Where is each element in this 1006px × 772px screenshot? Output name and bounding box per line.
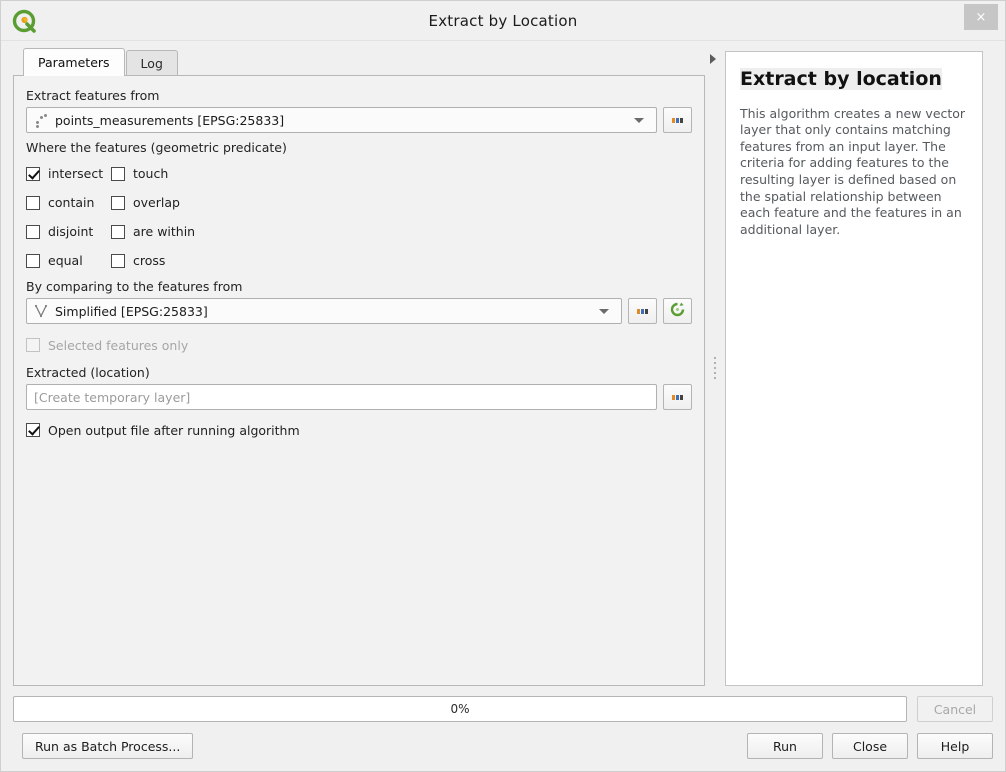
predicate-checkbox-grid: intersect touch contain overlap disjoint… — [26, 159, 692, 275]
predicate-disjoint-checkbox[interactable] — [26, 224, 40, 239]
panel-splitter[interactable] — [705, 49, 725, 686]
ellipsis-icon — [637, 308, 648, 314]
selected-features-only: Selected features only — [26, 331, 692, 359]
ellipsis-icon — [672, 394, 683, 400]
tab-bar: Parameters Log — [13, 48, 705, 76]
splitter-grip[interactable] — [714, 357, 716, 379]
ellipsis-icon — [672, 117, 683, 123]
title-bar: Extract by Location × — [1, 1, 1005, 41]
output-browse-button[interactable] — [663, 384, 692, 410]
predicate-label: Where the features (geometric predicate) — [26, 140, 287, 155]
predicate-equal-label: equal — [48, 253, 83, 268]
predicate-touch[interactable]: touch — [111, 166, 168, 181]
collapse-arrow-icon[interactable] — [710, 54, 716, 64]
predicate-are-within-checkbox[interactable] — [111, 224, 125, 239]
help-title: Extract by location — [740, 68, 942, 90]
tab-log[interactable]: Log — [125, 50, 178, 76]
footer: 0% Cancel Run as Batch Process... Run Cl… — [1, 686, 1005, 771]
predicate-overlap[interactable]: overlap — [111, 195, 180, 210]
close-button[interactable]: Close — [832, 733, 908, 759]
tab-parameters[interactable]: Parameters — [23, 48, 125, 76]
help-description: This algorithm creates a new vector laye… — [740, 105, 966, 237]
close-icon[interactable]: × — [964, 4, 998, 30]
run-as-batch-button[interactable]: Run as Batch Process... — [22, 733, 194, 759]
cancel-button[interactable]: Cancel — [917, 696, 993, 722]
help-panel: Extract by location This algorithm creat… — [725, 51, 983, 686]
predicate-row: equal cross — [26, 246, 692, 275]
run-button[interactable]: Run — [747, 733, 823, 759]
help-button[interactable]: Help — [917, 733, 993, 759]
compare-layer-combo[interactable]: Simplified [EPSG:25833] — [26, 298, 622, 324]
open-output-label: Open output file after running algorithm — [48, 422, 300, 438]
output-row: [Create temporary layer] — [26, 384, 692, 410]
open-output-after-run[interactable]: Open output file after running algorithm — [26, 417, 692, 443]
predicate-row: contain overlap — [26, 188, 692, 217]
compare-layer-browse-button[interactable] — [628, 298, 657, 324]
predicate-intersect[interactable]: intersect — [26, 166, 111, 181]
predicate-intersect-label: intersect — [48, 166, 104, 181]
progress-row: 0% Cancel — [13, 696, 993, 722]
predicate-touch-label: touch — [133, 166, 169, 181]
predicate-intersect-checkbox[interactable] — [26, 166, 40, 181]
predicate-contain-checkbox[interactable] — [26, 195, 40, 210]
output-label: Extracted (location) — [26, 365, 150, 380]
predicate-row: disjoint are within — [26, 217, 692, 246]
predicate-equal-checkbox[interactable] — [26, 253, 40, 268]
iterate-refresh-icon — [669, 301, 686, 321]
output-input[interactable]: [Create temporary layer] — [26, 384, 657, 410]
selected-features-only-label: Selected features only — [48, 337, 189, 353]
parameters-panel: Extract features from points_measurement… — [13, 75, 705, 686]
action-row: Run as Batch Process... Run Close Help — [13, 733, 993, 759]
dialog-body: Parameters Log Extract features from poi… — [1, 41, 1005, 686]
predicate-cross-checkbox[interactable] — [111, 253, 125, 268]
iterate-button[interactable] — [663, 298, 692, 324]
predicate-overlap-checkbox[interactable] — [111, 195, 125, 210]
predicate-row: intersect touch — [26, 159, 692, 188]
progress-bar: 0% — [13, 696, 907, 722]
selected-features-only-checkbox — [26, 338, 40, 352]
predicate-are-within[interactable]: are within — [111, 224, 195, 239]
predicate-are-within-label: are within — [133, 224, 196, 239]
qgis-logo-icon — [11, 7, 39, 35]
predicate-disjoint[interactable]: disjoint — [26, 224, 111, 239]
compare-layer-row: Simplified [EPSG:25833] — [26, 298, 692, 324]
input-layer-row: points_measurements [EPSG:25833] — [26, 107, 692, 133]
extract-by-location-dialog: Extract by Location × Parameters Log Ext… — [0, 0, 1006, 772]
predicate-contain-label: contain — [48, 195, 95, 210]
open-output-checkbox[interactable] — [26, 423, 40, 437]
content-row: Parameters Log Extract features from poi… — [13, 48, 993, 686]
predicate-equal[interactable]: equal — [26, 253, 111, 268]
input-layer-combo[interactable]: points_measurements [EPSG:25833] — [26, 107, 657, 133]
input-layer-browse-button[interactable] — [663, 107, 692, 133]
window-title: Extract by Location — [428, 11, 578, 30]
predicate-contain[interactable]: contain — [26, 195, 111, 210]
compare-layer-value: Simplified [EPSG:25833] — [55, 303, 208, 319]
predicate-cross[interactable]: cross — [111, 253, 165, 268]
line-layer-icon — [34, 303, 50, 319]
compare-layer-label: By comparing to the features from — [26, 279, 243, 294]
predicate-touch-checkbox[interactable] — [111, 166, 125, 181]
input-layer-value: points_measurements [EPSG:25833] — [55, 112, 285, 128]
input-layer-label: Extract features from — [26, 88, 160, 103]
predicate-disjoint-label: disjoint — [48, 224, 94, 239]
left-column: Parameters Log Extract features from poi… — [13, 48, 705, 686]
point-layer-icon — [34, 112, 50, 128]
predicate-cross-label: cross — [133, 253, 166, 268]
chevron-down-icon — [599, 308, 609, 314]
chevron-down-icon — [634, 117, 644, 123]
predicate-overlap-label: overlap — [133, 195, 180, 210]
